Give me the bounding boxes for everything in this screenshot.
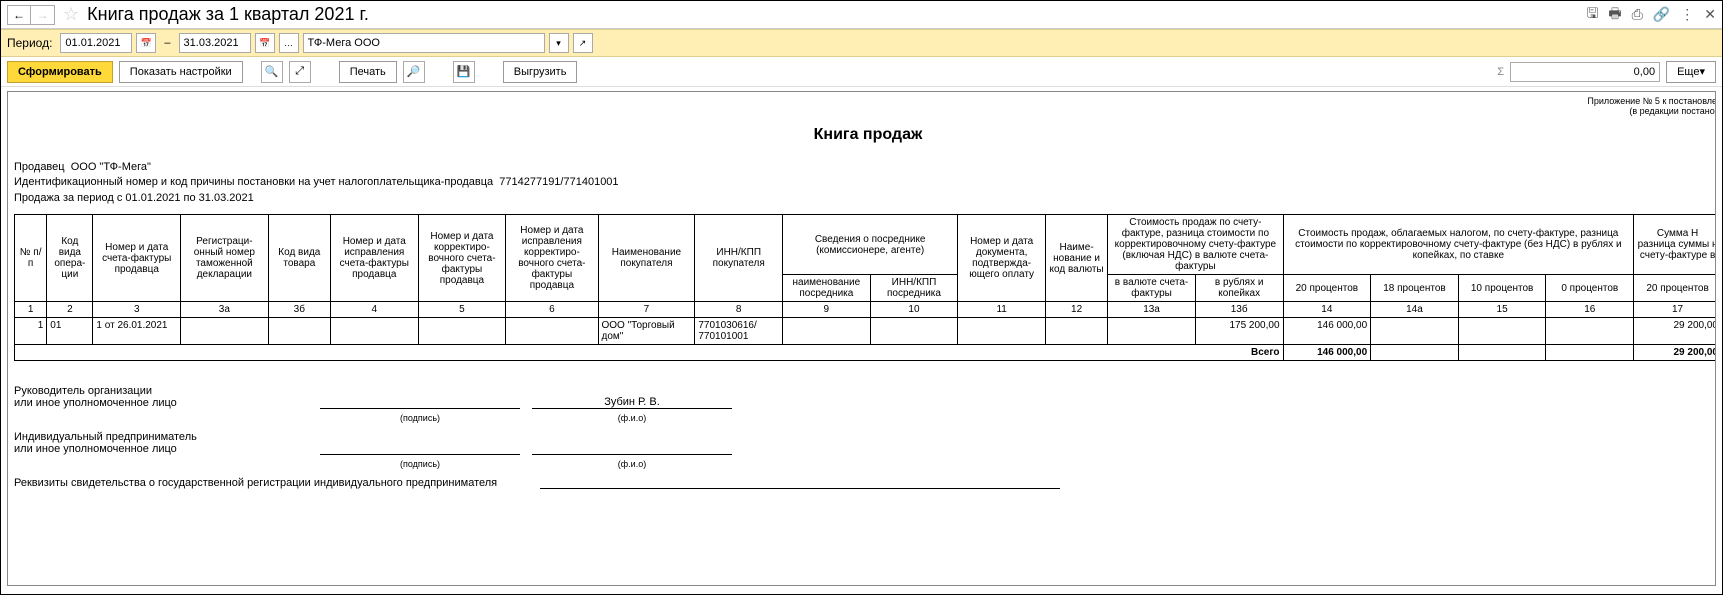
table-row[interactable]: 1 01 1 от 26.01.2021 ООО "Торговый дом" …	[15, 318, 1717, 345]
th-pay-doc: Номер и дата документа, подтвержда-ющего…	[958, 215, 1046, 302]
th-num: № п/п	[15, 215, 47, 302]
sign-line-2	[320, 454, 520, 455]
print-icon[interactable]: 🖶	[1608, 3, 1621, 27]
th-cost-group: Стоимость продаж по счету-фактуре, разни…	[1108, 215, 1283, 275]
th-vat20: 20 процентов	[1634, 275, 1716, 302]
favorite-star-icon[interactable]: ☆	[63, 4, 79, 25]
main-toolbar: Сформировать Показать настройки 🔍 ⤢ Печа…	[1, 57, 1722, 87]
th-correction: Номер и дата исправления счета-фактуры п…	[330, 215, 418, 302]
th-cost-cur: в валюте счета-фактуры	[1108, 275, 1196, 302]
find-button[interactable]: 🔍	[261, 61, 283, 83]
org-dropdown-button[interactable]: ▾	[549, 33, 569, 53]
nav-forward-button[interactable]: →	[31, 5, 55, 25]
th-buyer-inn: ИНН/КПП покупателя	[695, 215, 783, 302]
sum-display[interactable]	[1510, 62, 1660, 82]
save-icon[interactable]: 🖫	[1586, 3, 1598, 27]
signature-block: Руководитель организацииили иное уполном…	[14, 385, 1716, 489]
show-settings-button[interactable]: Показать настройки	[119, 61, 243, 83]
th-cost-rub: в рублях и копейках	[1195, 275, 1283, 302]
sigma-icon: Σ	[1497, 66, 1504, 78]
more-button[interactable]: Еще ▾	[1666, 61, 1716, 83]
more-icon[interactable]: ⋮	[1680, 6, 1694, 23]
th-gtd: Регистраци-онный номер таможенной деклар…	[181, 215, 269, 302]
th-18: 18 процентов	[1371, 275, 1459, 302]
report-pane[interactable]: Приложение № 5 к постановлен(в редакции …	[7, 91, 1716, 586]
date-to-input[interactable]	[179, 33, 251, 53]
date-to-picker-button[interactable]: 📅	[255, 33, 275, 53]
period-toolbar: Период: 📅 – 📅 … ▾ ↗	[1, 29, 1722, 57]
th-10: 10 процентов	[1458, 275, 1546, 302]
th-corr-fix: Номер и дата исправления корректиро-вочн…	[506, 215, 598, 302]
page-title: Книга продаж за 1 квартал 2021 г.	[87, 4, 369, 25]
titlebar: ← → ☆ Книга продаж за 1 квартал 2021 г. …	[1, 1, 1722, 29]
print-preview-button[interactable]: 🔎	[403, 61, 425, 83]
org-open-button[interactable]: ↗	[573, 33, 593, 53]
expand-button[interactable]: ⤢	[289, 61, 311, 83]
save-button[interactable]: 💾	[453, 61, 475, 83]
report-title: Книга продаж	[14, 126, 1716, 144]
link-icon[interactable]: 🔗	[1653, 6, 1670, 23]
app-window: ← → ☆ Книга продаж за 1 квартал 2021 г. …	[0, 0, 1723, 595]
sales-table: № п/п Код вида опера-ции Номер и дата сч…	[14, 214, 1716, 361]
th-vat-group: Сумма Н разница суммы н счету-фактуре в	[1634, 215, 1716, 275]
generate-button[interactable]: Сформировать	[7, 61, 113, 83]
th-buyer: Наименование покупателя	[598, 215, 695, 302]
th-invoice: Номер и дата счета-фактуры продавца	[93, 215, 181, 302]
th-agent-name: наименование посредника	[783, 275, 871, 302]
th-currency: Наиме-нование и код валюты	[1045, 215, 1107, 302]
rekv-line	[540, 488, 1060, 489]
organization-input[interactable]	[303, 33, 545, 53]
print-button[interactable]: Печать	[339, 61, 397, 83]
sign-line-1	[320, 408, 520, 409]
th-20: 20 процентов	[1283, 275, 1371, 302]
appendix-note: Приложение № 5 к постановлен(в редакции …	[14, 96, 1716, 116]
th-tax-group: Стоимость продаж, облагаемых налогом, по…	[1283, 215, 1634, 275]
preview-icon[interactable]: ⎙	[1632, 6, 1643, 23]
th-goods-code: Код вида товара	[268, 215, 330, 302]
th-0: 0 процентов	[1546, 275, 1634, 302]
th-corr-invoice: Номер и дата корректиро-вочного счета-фа…	[418, 215, 506, 302]
date-from-picker-button[interactable]: 📅	[136, 33, 156, 53]
date-from-input[interactable]	[60, 33, 132, 53]
fio-line-2	[532, 454, 732, 455]
export-button[interactable]: Выгрузить	[503, 61, 578, 83]
th-agent-group: Сведения о посреднике (комиссионере, аге…	[783, 215, 958, 275]
fio-line-1: Зубин Р. В.	[532, 396, 732, 409]
nav-back-button[interactable]: ←	[7, 5, 31, 25]
th-op: Код вида опера-ции	[47, 215, 93, 302]
th-agent-inn: ИНН/КПП посредника	[870, 275, 958, 302]
period-select-button[interactable]: …	[279, 33, 299, 53]
close-icon[interactable]: ✕	[1704, 6, 1716, 23]
total-row: Всего 146 000,00 29 200,00	[15, 345, 1717, 361]
period-dash: –	[164, 37, 170, 49]
report-info: Продавец ООО "ТФ-Мега" Идентификационный…	[14, 160, 1716, 206]
period-label: Период:	[7, 36, 52, 50]
